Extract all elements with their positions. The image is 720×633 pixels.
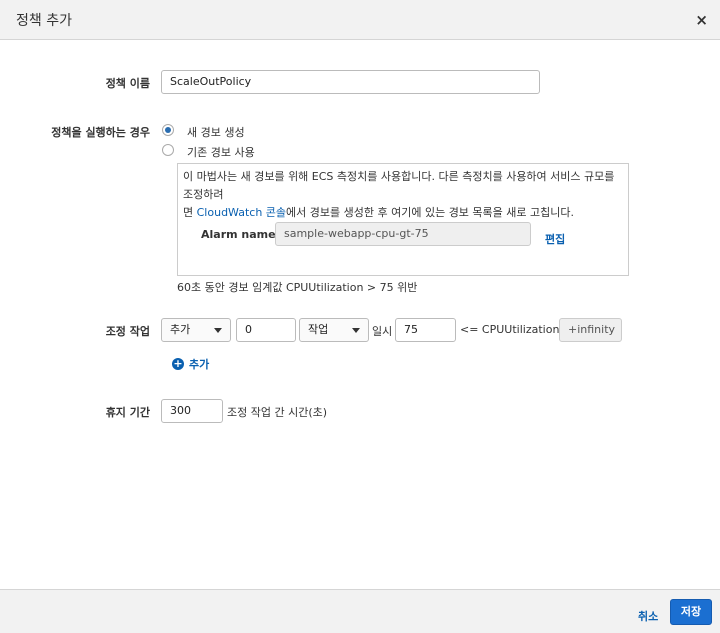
chevron-down-icon bbox=[352, 328, 360, 333]
dialog-header: 정책 추가 × bbox=[0, 0, 720, 40]
alarm-description-suffix: 에서 경보를 생성한 후 여기에 있는 경보 목록을 새로 고칩니다. bbox=[286, 206, 574, 219]
execute-when-label: 정책을 실행하는 경우 bbox=[51, 126, 150, 139]
cancel-button[interactable]: 취소 bbox=[638, 608, 658, 624]
policy-name-input[interactable]: ScaleOutPolicy bbox=[161, 70, 540, 94]
alarm-description-line1: 이 마법사는 새 경보를 위해 ECS 측정치를 사용합니다. 다른 측정치를 … bbox=[183, 170, 615, 201]
policy-name-label: 정책 이름 bbox=[105, 77, 150, 90]
dialog-title: 정책 추가 bbox=[16, 13, 72, 29]
save-button[interactable]: 저장 bbox=[670, 599, 712, 625]
plus-circle-icon: + bbox=[172, 357, 184, 370]
dialog-footer: 취소 저장 bbox=[0, 589, 720, 633]
add-step-label: 추가 bbox=[189, 358, 210, 371]
alarm-panel: 이 마법사는 새 경보를 위해 ECS 측정치를 사용합니다. 다른 측정치를 … bbox=[177, 163, 629, 276]
existing-alarm-label: 기존 경보 사용 bbox=[187, 146, 255, 159]
when-text: 일시 bbox=[372, 325, 393, 338]
close-icon[interactable]: × bbox=[695, 11, 708, 29]
chevron-down-icon bbox=[214, 328, 222, 333]
edit-alarm-link[interactable]: 편집 bbox=[545, 231, 565, 247]
action-type-select[interactable]: 추가 bbox=[161, 318, 231, 342]
new-alarm-radio[interactable] bbox=[162, 124, 174, 136]
amount-input[interactable]: 0 bbox=[236, 318, 296, 342]
new-alarm-label: 새 경보 생성 bbox=[187, 126, 245, 139]
scaling-action-label: 조정 작업 bbox=[105, 325, 150, 338]
action-type-value: 추가 bbox=[170, 323, 191, 336]
alarm-name-field: sample-webapp-cpu-gt-75 bbox=[275, 222, 531, 246]
alarm-description-prefix: 면 bbox=[183, 206, 197, 219]
upper-bound-field: +infinity bbox=[559, 318, 622, 342]
unit-value: 작업 bbox=[308, 323, 329, 336]
cooldown-input[interactable]: 300 bbox=[161, 399, 223, 423]
cooldown-suffix: 조정 작업 간 시간(초) bbox=[227, 406, 328, 419]
alarm-description: 이 마법사는 새 경보를 위해 ECS 측정치를 사용합니다. 다른 측정치를 … bbox=[183, 168, 625, 222]
alarm-name-label: Alarm name bbox=[201, 228, 276, 241]
condition-text: <= CPUUtilization < bbox=[460, 323, 573, 336]
unit-select[interactable]: 작업 bbox=[299, 318, 369, 342]
alarm-summary: 60초 동안 경보 임계값 CPUUtilization > 75 위반 bbox=[177, 281, 418, 294]
cloudwatch-console-link[interactable]: CloudWatch 콘솔 bbox=[197, 206, 286, 219]
cooldown-label: 휴지 기간 bbox=[105, 406, 150, 419]
existing-alarm-radio[interactable] bbox=[162, 144, 174, 156]
lower-bound-input[interactable]: 75 bbox=[395, 318, 456, 342]
add-step-button[interactable]: + 추가 bbox=[172, 356, 209, 372]
